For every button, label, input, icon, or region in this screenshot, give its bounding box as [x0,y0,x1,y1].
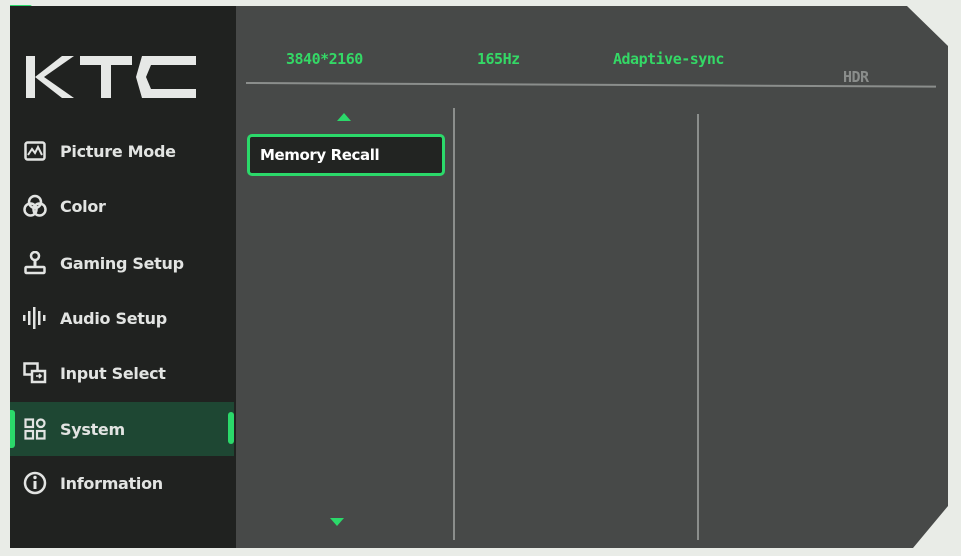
column-divider-2 [697,114,699,540]
submenu-item-memory-recall[interactable]: Memory Recall [247,134,445,176]
scroll-down-arrow-icon[interactable] [330,518,344,526]
sidebar-item-label: Color [60,196,106,216]
system-grid-icon [22,416,48,442]
sidebar-item-label: Input Select [60,363,166,383]
sidebar-item-gaming-setup[interactable]: Gaming Setup [10,236,234,290]
picture-mode-icon [22,138,48,164]
sidebar-item-label: Audio Setup [60,308,167,328]
sidebar-item-color[interactable]: Color [10,179,234,233]
sidebar-item-audio-setup[interactable]: Audio Setup [10,291,234,345]
resolution-status: 3840*2160 [286,50,363,68]
sidebar-item-system[interactable]: System [10,402,234,456]
sidebar-item-label: Picture Mode [60,141,176,161]
info-icon [22,470,48,496]
input-select-icon [22,360,48,386]
audio-icon [22,305,48,331]
sidebar-item-information[interactable]: Information [10,456,234,510]
hdr-status: HDR [843,68,869,86]
submenu-item-label: Memory Recall [260,146,380,164]
sidebar-item-picture-mode[interactable]: Picture Mode [10,124,234,178]
active-indicator-right [228,412,234,444]
column-divider-1 [453,108,455,540]
scroll-up-arrow-icon[interactable] [337,113,351,121]
sidebar: Picture Mode Color Gaming Setup Audio Se… [10,6,236,548]
sidebar-item-label: Gaming Setup [60,253,184,273]
active-indicator-left [10,410,15,448]
sidebar-item-label: Information [60,473,163,493]
sidebar-item-label: System [60,419,125,439]
adaptive-sync-status: Adaptive-sync [613,50,724,68]
header-divider [245,82,936,88]
color-icon [22,193,48,219]
refresh-rate-status: 165Hz [477,50,520,68]
sidebar-item-input-select[interactable]: Input Select [10,346,234,400]
ktc-logo [26,56,196,98]
osd-menu: Picture Mode Color Gaming Setup Audio Se… [10,6,948,548]
joystick-icon [22,250,48,276]
